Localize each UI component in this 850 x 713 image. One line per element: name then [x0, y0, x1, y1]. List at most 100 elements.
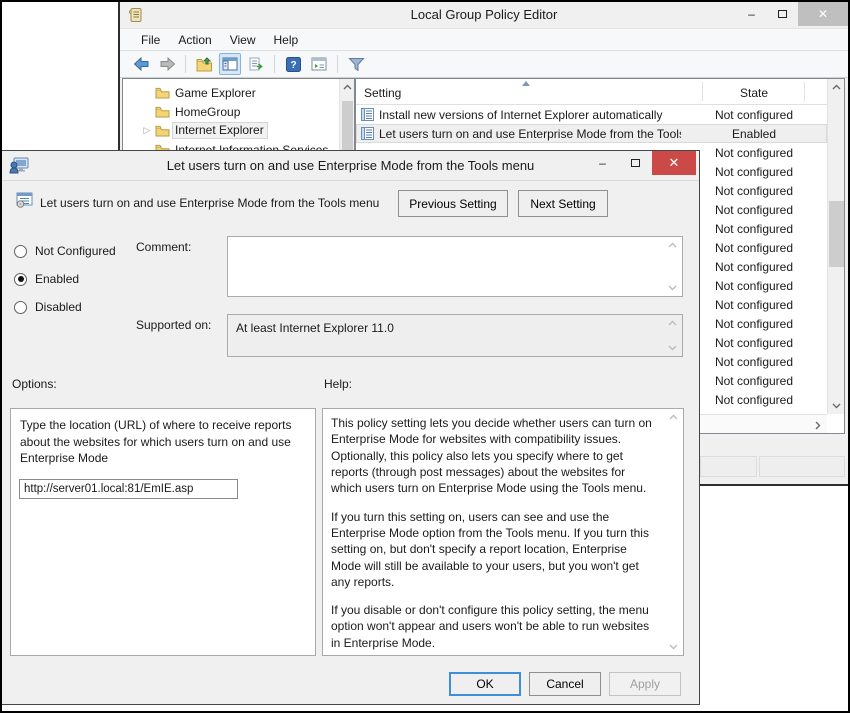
report-url-input[interactable] — [19, 479, 238, 499]
policy-name: Let users turn on and use Enterprise Mod… — [40, 196, 379, 210]
help-panel: This policy setting lets you decide whet… — [322, 408, 684, 656]
scroll-up-icon — [832, 84, 841, 90]
forward-icon[interactable] — [156, 53, 178, 75]
scroll-down-icon — [669, 644, 678, 650]
menu-file[interactable]: File — [132, 31, 169, 49]
setting-name: Install new versions of Internet Explore… — [379, 108, 681, 122]
setting-state: Not configured — [702, 355, 806, 369]
close-button[interactable]: ✕ — [798, 2, 848, 26]
setting-state: Not configured — [702, 260, 806, 274]
policy-row[interactable]: Let users turn on and use Enterprise Mod… — [356, 124, 827, 143]
setting-state: Not configured — [702, 298, 806, 312]
setting-state: Enabled — [702, 127, 806, 141]
options-label: Options: — [12, 377, 57, 391]
policy-setting-dialog: Let users turn on and use Enterprise Mod… — [1, 150, 700, 705]
help-paragraph: If you disable or don't configure this p… — [331, 602, 659, 651]
dialog-maximize-button[interactable] — [619, 151, 652, 175]
options-instruction-text: Type the location (URL) of where to rece… — [20, 417, 310, 467]
options-panel: Type the location (URL) of where to rece… — [10, 408, 316, 656]
screen: Local Group Policy Editor – ✕ FileAction… — [0, 0, 850, 713]
supported-on-box: At least Internet Explorer 11.0 — [227, 314, 683, 357]
maximize-icon — [631, 159, 640, 167]
policy-row[interactable]: Install new versions of Internet Explore… — [356, 105, 827, 124]
help-icon[interactable]: ? — [282, 53, 304, 75]
tree-item-homegroup[interactable]: HomeGroup — [123, 102, 338, 121]
previous-setting-button[interactable]: Previous Setting — [398, 190, 508, 217]
supported-on-value: At least Internet Explorer 11.0 — [236, 321, 394, 335]
help-paragraph: If you turn this setting on, users can s… — [331, 509, 659, 591]
export-list-icon[interactable] — [245, 53, 267, 75]
scroll-down-icon — [668, 285, 677, 291]
radio-not-configured[interactable]: Not Configured — [14, 237, 116, 265]
setting-state: Not configured — [702, 146, 806, 160]
setting-state: Not configured — [702, 374, 806, 388]
column-divider[interactable] — [804, 82, 805, 101]
menu-action[interactable]: Action — [169, 31, 220, 49]
maximize-button[interactable] — [767, 2, 798, 26]
setting-name: Let users turn on and use Enterprise Mod… — [379, 127, 681, 141]
radio-label: Enabled — [35, 272, 79, 286]
toolbar: ? — [120, 51, 848, 78]
list-scrollbar-thumb[interactable] — [829, 201, 844, 267]
apply-button[interactable]: Apply — [609, 672, 681, 696]
scroll-down-icon — [832, 403, 841, 409]
setting-state: Not configured — [702, 165, 806, 179]
dialog-close-button[interactable]: ✕ — [652, 151, 696, 175]
filter-icon[interactable] — [345, 53, 367, 75]
policy-setting-icon — [16, 192, 33, 213]
tree-item-label[interactable]: Internet Explorer — [172, 122, 268, 139]
tree-item-label[interactable]: HomeGroup — [175, 105, 240, 119]
setting-state: Not configured — [702, 184, 806, 198]
setting-state: Not configured — [702, 336, 806, 350]
tree-item-label[interactable]: Game Explorer — [175, 86, 256, 100]
setting-state: Not configured — [702, 222, 806, 236]
next-setting-button[interactable]: Next Setting — [518, 190, 608, 217]
setting-state: Not configured — [702, 203, 806, 217]
ok-button[interactable]: OK — [449, 672, 521, 696]
comment-label: Comment: — [136, 240, 191, 254]
back-icon[interactable] — [130, 53, 152, 75]
setting-state: Not configured — [702, 393, 806, 407]
menu-view[interactable]: View — [221, 31, 265, 49]
new-window-icon[interactable] — [308, 53, 330, 75]
column-divider[interactable] — [702, 82, 703, 101]
comment-textarea[interactable] — [227, 236, 683, 297]
gpedit-titlebar: Local Group Policy Editor – ✕ — [120, 2, 848, 28]
setting-state: Not configured — [702, 317, 806, 331]
toolbar-separator — [185, 55, 186, 73]
console-tree-icon[interactable] — [219, 53, 241, 75]
scroll-up-icon — [668, 320, 677, 326]
maximize-icon — [778, 10, 787, 18]
cancel-button[interactable]: Cancel — [529, 672, 601, 696]
up-folder-icon[interactable] — [193, 53, 215, 75]
list-vertical-scrollbar[interactable] — [827, 79, 844, 414]
setting-state: Not configured — [702, 108, 806, 122]
scroll-up-icon — [343, 84, 352, 90]
scroll-right-icon — [815, 421, 821, 430]
column-header-state[interactable]: State — [704, 86, 804, 100]
tree-item-game-explorer[interactable]: Game Explorer — [123, 83, 338, 102]
tree-item-internet-explorer[interactable]: ▷ Internet Explorer — [123, 121, 338, 140]
scroll-down-icon — [668, 345, 677, 351]
radio-disabled[interactable]: Disabled — [14, 293, 116, 321]
menu-help[interactable]: Help — [265, 31, 308, 49]
help-label: Help: — [324, 377, 352, 391]
list-header: Setting State — [356, 79, 827, 105]
column-header-setting[interactable]: Setting — [364, 86, 401, 100]
supported-on-label: Supported on: — [136, 318, 211, 332]
radio-button-icon[interactable] — [14, 273, 27, 286]
minimize-button[interactable]: – — [736, 2, 767, 26]
sort-ascending-icon — [522, 81, 530, 86]
radio-button-icon[interactable] — [14, 301, 27, 314]
svg-text:?: ? — [290, 60, 296, 71]
state-radio-group: Not Configured Enabled Disabled — [14, 237, 116, 321]
dialog-minimize-button[interactable]: – — [586, 151, 619, 175]
expander-icon[interactable]: ▷ — [142, 125, 152, 136]
dialog-titlebar: Let users turn on and use Enterprise Mod… — [2, 151, 699, 181]
menubar: FileActionViewHelp — [120, 28, 848, 51]
setting-state: Not configured — [702, 279, 806, 293]
radio-label: Not Configured — [35, 244, 116, 258]
radio-button-icon[interactable] — [14, 245, 27, 258]
radio-enabled[interactable]: Enabled — [14, 265, 116, 293]
radio-label: Disabled — [35, 300, 82, 314]
